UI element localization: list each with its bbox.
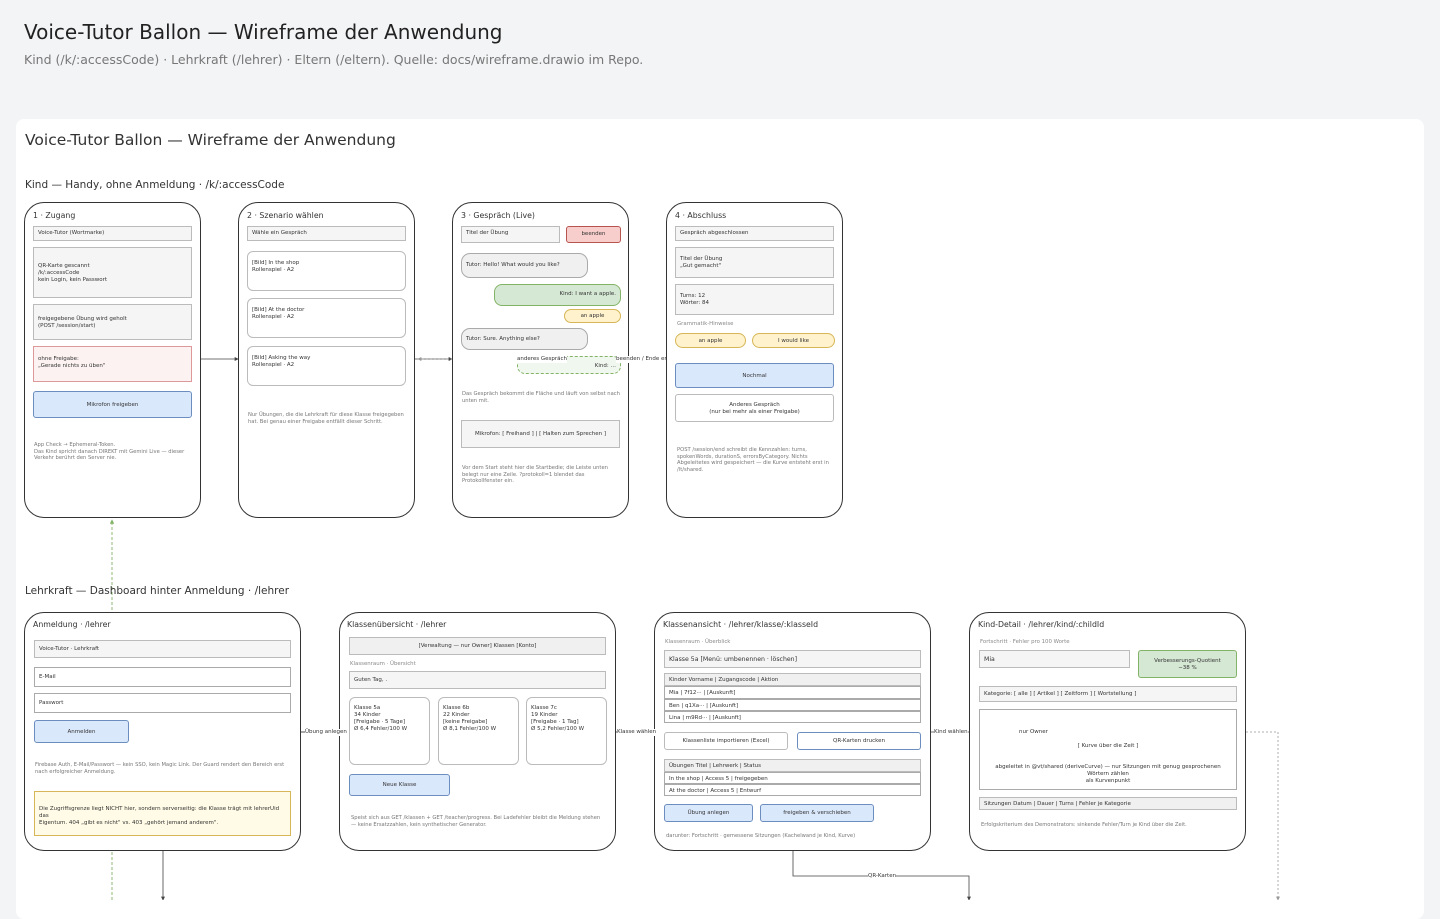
other-talk-button[interactable]: Anderes Gespräch (nur bei mehr als einer… [675, 394, 834, 422]
tutor-message-1: Tutor: Hello! What would you like? [461, 253, 588, 278]
table-row[interactable]: Lina | m9Rd··· | [Auskunft] [664, 711, 921, 723]
screen-access-title: 1 · Zugang [33, 211, 76, 220]
screen-live-title: 3 · Gespräch (Live) [461, 211, 535, 220]
edge-label-choose-class: Klasse wählen [617, 729, 657, 736]
curve-note: abgeleitet in @vt/shared (deriveCurve) —… [995, 764, 1221, 784]
import-class-button[interactable]: Klassenliste importieren (Excel) [664, 732, 788, 750]
talk-note-2: Vor dem Start steht hier die Startbedie;… [462, 465, 608, 484]
login-warning: Die Zugriffsgrenze liegt NICHT hier, son… [34, 791, 291, 836]
login-button[interactable]: Anmelden [34, 720, 129, 743]
class-card-6b[interactable]: Klasse 6b 22 Kinder [keine Freigabe] Ø 8… [438, 697, 519, 765]
scenario-option-shop[interactable]: [Bild] In the shop Rollenspiel · A2 [247, 251, 406, 291]
kid-detail-note: Erfolgskriterium des Demonstrators: sink… [981, 822, 1187, 828]
login-note: Firebase Auth, E-Mail/Passwort — kein SS… [35, 762, 285, 775]
greeting: Guten Tag, . [349, 671, 606, 689]
lane-kind-label: Kind — Handy, ohne Anmeldung · /k/:acces… [25, 179, 285, 191]
correction-chip: an apple [564, 309, 621, 323]
table-row[interactable]: In the shop | Access 5 | freigegeben [664, 772, 921, 784]
admin-nav[interactable]: [Verwaltung — nur Owner] Klassen [Konto] [349, 637, 606, 655]
edge-label-qr-cards: QR-Karten [868, 873, 897, 880]
curve-placeholder: [ Kurve über die Zeit ] [1077, 743, 1139, 749]
table-row[interactable]: Ben | q1Xa··· | [Auskunft] [664, 699, 921, 711]
kid-name: Mia [979, 650, 1130, 668]
category-filter[interactable]: Kategorie: [ alle ] [ Artikel ] [ Zeitfo… [979, 686, 1237, 702]
scenario-option-doctor[interactable]: [Bild] At the doctor Rollenspiel · A2 [247, 298, 406, 338]
login-brand: Voice-Tutor · Lehrkraft [34, 640, 291, 658]
edge-label-other-talk: anderes Gespräch [517, 356, 568, 363]
qr-info: QR-Karte gescannt /k/:accessCode kein Lo… [33, 247, 192, 298]
mic-allow-button[interactable]: Mikrofon freigeben [33, 391, 192, 418]
print-qr-button[interactable]: QR-Karten drucken [797, 732, 921, 750]
class-card-7c[interactable]: Klasse 7c 19 Kinder [Freigabe · 1 Tag] Ø… [526, 697, 607, 765]
improvement-quotient: Verbesserungs-Quotient −38 % [1138, 650, 1237, 678]
class-view-title: Klassenansicht · /lehrer/klasse/:klasseI… [663, 620, 819, 629]
overview-label: Klassenraum · Übersicht [350, 661, 416, 667]
scenario-option-way[interactable]: [Bild] Asking the way Rollenspiel · A2 [247, 346, 406, 386]
table-row[interactable]: At the doctor | Access 5 | Entwurf [664, 784, 921, 796]
wordmark: Voice-Tutor (Wortmarke) [33, 226, 192, 241]
talk-note: Das Gespräch bekommt die Fläche und läuf… [462, 391, 620, 404]
class-view-note: darunter: Fortschritt · gemessene Sitzun… [666, 833, 856, 839]
new-class-button[interactable]: Neue Klasse [349, 774, 450, 796]
grammar-label: Grammatik-Hinweise [677, 321, 734, 327]
sessions-table-header: Sitzungen Datum | Dauer | Turns | Fehler… [979, 797, 1237, 810]
end-button[interactable]: beenden [566, 226, 621, 243]
kid-detail-title: Kind-Detail · /lehrer/kind/:childId [978, 620, 1105, 629]
exercise-table-header: Übungen Titel | Lehrwerk | Status [664, 759, 921, 772]
screen-finish-title: 4 · Abschluss [675, 211, 727, 220]
lane-lehrer-label: Lehrkraft — Dashboard hinter Anmeldung ·… [25, 585, 290, 597]
email-field[interactable]: E-Mail [34, 667, 291, 687]
progress-curve: [ Kurve über die Zeit ] abgeleitet in @v… [979, 709, 1237, 790]
exercise-title: Titel der Übung [461, 226, 560, 243]
create-exercise-button[interactable]: Übung anlegen [664, 804, 753, 822]
finish-praise: Titel der Übung „Gut gemacht" [675, 247, 834, 278]
release-move-button[interactable]: freigeben & verschieben [760, 804, 874, 822]
scenario-note: Nur Übungen, die die Lehrkraft für diese… [248, 412, 404, 425]
finish-stats: Turns: 12 Wörter: 84 [675, 284, 834, 315]
kid-progress-label: Fortschritt · Fehler pro 100 Worte [980, 639, 1070, 645]
screen-scenario-title: 2 · Szenario wählen [247, 211, 324, 220]
class-header[interactable]: Klasse 5a [Menü: umbenennen · löschen] [664, 650, 921, 668]
scenario-heading: Wähle ein Gespräch [247, 226, 406, 241]
session-fetch: freigegebene Übung wird geholt (POST /se… [33, 304, 192, 340]
table-row[interactable]: Mia | 7f12··· | [Auskunft] [664, 686, 921, 699]
mic-mode-toggle[interactable]: Mikrofon: [ Freihand ] | [ Halten zum Sp… [461, 420, 620, 448]
class-overview-note: Speist sich aus GET /klassen + GET /teac… [351, 815, 601, 828]
again-button[interactable]: Nochmal [675, 363, 834, 388]
edge-label-owner-only: nur Owner [1019, 729, 1048, 736]
grammar-chip-1: an apple [675, 333, 746, 348]
access-note: App Check → Ephemeral-Token. Das Kind sp… [34, 442, 185, 461]
kids-table-header: Kinder Vorname | Zugangscode | Aktion [664, 673, 921, 686]
tutor-message-2: Tutor: Sure. Anything else? [461, 328, 588, 350]
password-field[interactable]: Passwort [34, 693, 291, 713]
screen-login-title: Anmeldung · /lehrer [33, 620, 111, 629]
edge-l4-loop [1246, 731, 1280, 900]
class-card-5a[interactable]: Klasse 5a 34 Kinder [Freigabe · 5 Tage] … [349, 697, 430, 765]
edge-label-choose-kid: Kind wählen [934, 729, 968, 736]
no-release-message: ohne Freigabe: „Gerade nichts zu üben" [33, 346, 192, 382]
finish-heading: Gespräch abgeschlossen [675, 226, 834, 241]
kid-message-1: Kind: I want a apple. [494, 284, 621, 306]
class-view-label: Klassenraum · Überblick [665, 639, 731, 645]
edge-label-create-exercise: Übung anlegen [305, 729, 347, 736]
grammar-chip-2: I would like [752, 333, 835, 348]
finish-note: POST /session/end schreibt die Kennzahle… [677, 447, 829, 473]
class-overview-title: Klassenübersicht · /lehrer [347, 620, 447, 629]
